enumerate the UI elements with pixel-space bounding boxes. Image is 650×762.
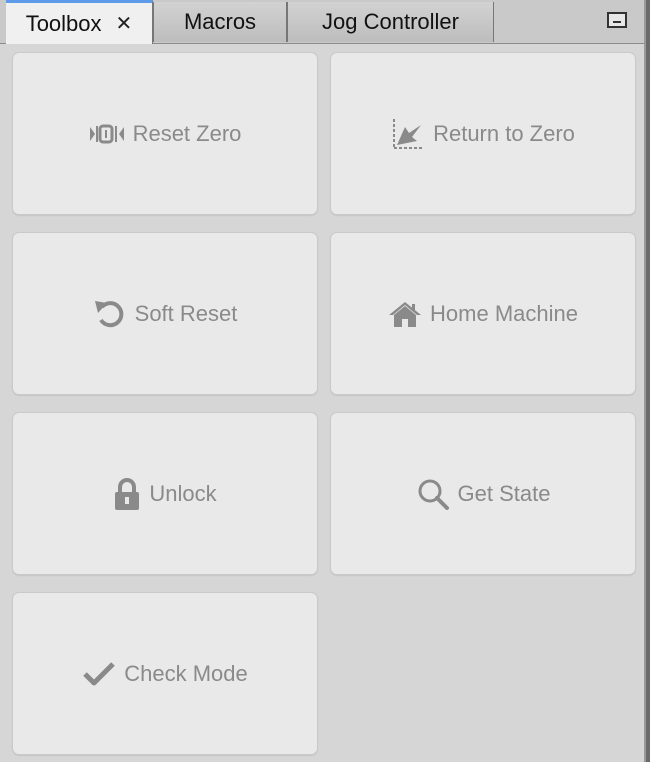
window-border	[644, 0, 650, 762]
return-to-zero-button[interactable]: Return to Zero	[330, 52, 636, 215]
unlock-button[interactable]: Unlock	[12, 412, 318, 575]
tab-toolbox[interactable]: Toolbox ✕	[6, 0, 153, 44]
close-icon[interactable]: ✕	[116, 11, 133, 36]
reset-zero-label: Reset Zero	[132, 120, 242, 146]
check-mode-button[interactable]: Check Mode	[12, 592, 318, 755]
home-icon	[388, 300, 422, 328]
toolbox-panel: Toolbox ✕ Macros Jog Controller Reset Ze…	[0, 0, 650, 762]
tab-macros-label: Macros	[183, 9, 257, 34]
return-to-zero-icon	[391, 117, 425, 151]
tab-macros[interactable]: Macros	[153, 2, 287, 42]
check-mode-label: Check Mode	[124, 660, 248, 686]
soft-reset-label: Soft Reset	[134, 300, 238, 326]
tab-toolbox-label: Toolbox	[25, 10, 102, 36]
tab-bar: Toolbox ✕ Macros Jog Controller	[0, 0, 644, 44]
home-machine-button[interactable]: Home Machine	[330, 232, 636, 395]
tab-jog-controller-label: Jog Controller	[322, 9, 459, 34]
checkmark-icon	[82, 661, 116, 687]
soft-reset-button[interactable]: Soft Reset	[12, 232, 318, 395]
undo-icon	[93, 298, 127, 330]
lock-icon	[113, 477, 141, 511]
get-state-button[interactable]: Get State	[330, 412, 636, 575]
minimize-icon[interactable]	[607, 12, 627, 28]
get-state-label: Get State	[457, 480, 551, 506]
tab-jog-controller[interactable]: Jog Controller	[287, 2, 494, 42]
search-icon	[416, 477, 450, 511]
reset-zero-icon	[89, 123, 125, 145]
return-to-zero-label: Return to Zero	[433, 120, 575, 146]
reset-zero-button[interactable]: Reset Zero	[12, 52, 318, 215]
unlock-label: Unlock	[149, 480, 217, 506]
home-machine-label: Home Machine	[430, 300, 578, 326]
